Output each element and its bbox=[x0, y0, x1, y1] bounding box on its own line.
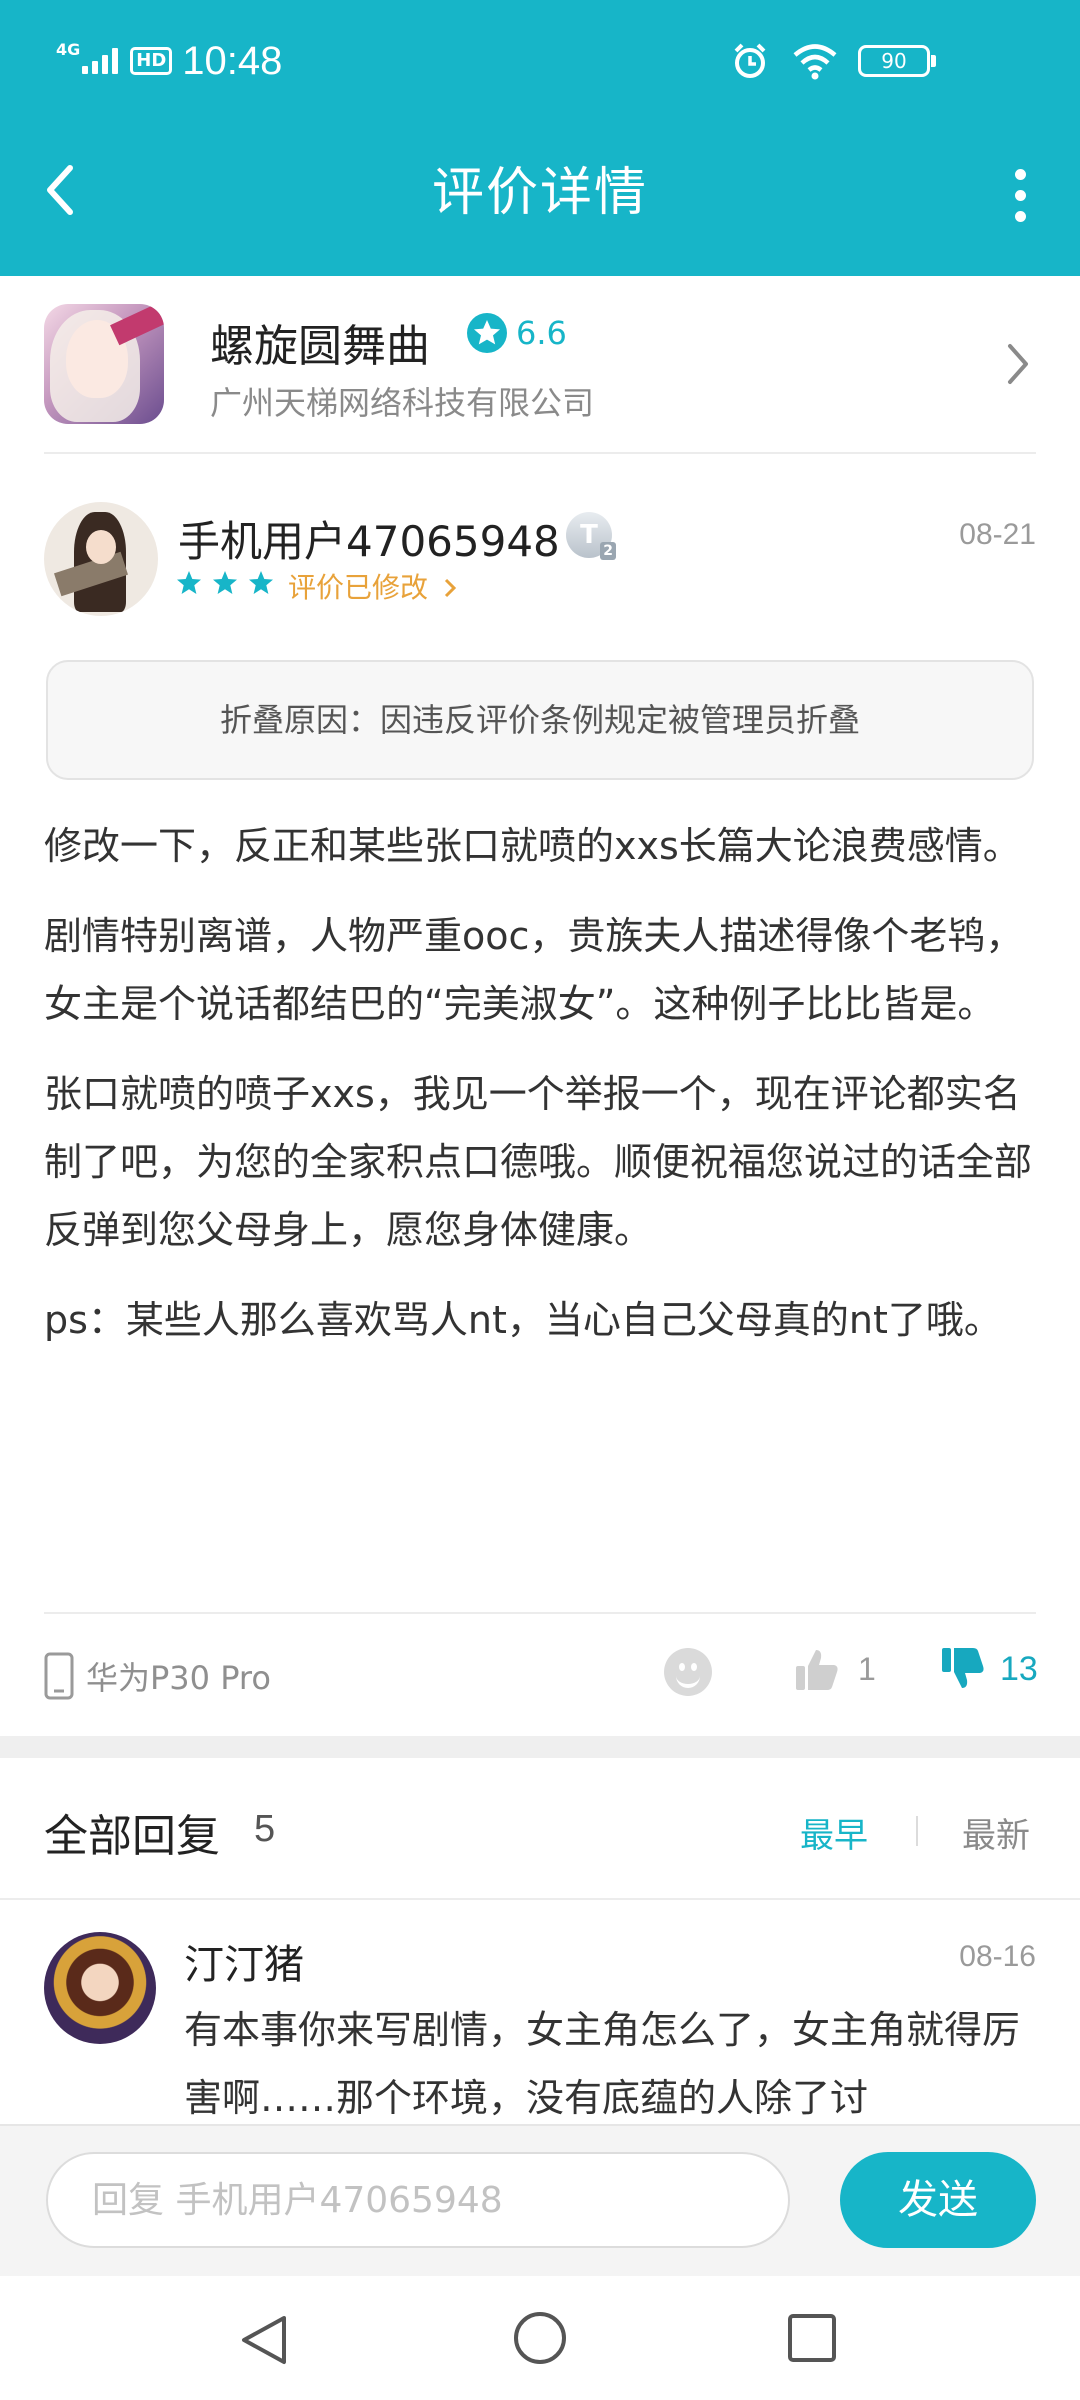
rating-star-icon bbox=[467, 313, 507, 353]
reply-avatar[interactable] bbox=[44, 1932, 156, 2044]
star-icon bbox=[213, 571, 237, 594]
thumbs-up-icon bbox=[796, 1650, 838, 1690]
sort-earliest-tab[interactable]: 最早 bbox=[800, 1808, 868, 1857]
app-rating: 6.6 bbox=[466, 312, 567, 354]
like-button[interactable]: 1 bbox=[794, 1646, 876, 1692]
modified-label: 评价已修改 bbox=[288, 571, 429, 604]
battery-icon: 90 bbox=[858, 45, 936, 77]
more-dot-icon bbox=[1014, 189, 1026, 201]
status-bar: 4G HD 10:48 90 bbox=[0, 0, 1080, 120]
status-right: 90 bbox=[708, 38, 936, 84]
divider bbox=[44, 452, 1036, 454]
review-content: 修改一下，反正和某些张口就喷的xxs长篇大论浪费感情。 剧情特别离谱，人物严重o… bbox=[44, 812, 1040, 1376]
more-dot-icon bbox=[1014, 210, 1026, 222]
rating-value: 6.6 bbox=[516, 314, 567, 352]
reply-input-bar: 发送 bbox=[0, 2124, 1080, 2278]
nav-home-icon[interactable] bbox=[512, 2310, 568, 2366]
divider bbox=[916, 1816, 918, 1846]
more-dot-icon bbox=[1014, 168, 1026, 180]
signal-icon bbox=[82, 48, 122, 74]
status-time: 10:48 bbox=[182, 38, 283, 83]
alarm-icon bbox=[734, 43, 766, 78]
page-title: 评价详情 bbox=[431, 163, 648, 223]
status-left: 4G HD 10:48 bbox=[56, 36, 282, 86]
review-paragraph: 修改一下，反正和某些张口就喷的xxs长篇大论浪费感情。 bbox=[44, 824, 1021, 868]
reply-input[interactable] bbox=[46, 2152, 790, 2248]
wifi-icon bbox=[793, 44, 837, 80]
thumbs-down-icon bbox=[942, 1648, 984, 1688]
review-paragraph: 张口就喷的喷子xxs，我见一个举报一个，现在评论都实名制了吧，为您的全家积点口德… bbox=[44, 1072, 1033, 1252]
top-bar: 4G HD 10:48 90 评价详情 bbox=[0, 0, 1080, 276]
review-stars bbox=[176, 570, 284, 596]
review-modified-link[interactable]: 评价已修改 bbox=[288, 566, 457, 606]
system-nav-bar bbox=[0, 2276, 1080, 2400]
reply-username[interactable]: 汀汀猪 bbox=[184, 1932, 304, 1990]
review-username[interactable]: 手机用户47065948 bbox=[178, 508, 560, 569]
replies-title: 全部回复 bbox=[44, 1811, 220, 1862]
user-level-badge: T2 bbox=[566, 512, 616, 560]
chevron-right-icon bbox=[444, 578, 457, 598]
review-paragraph: ps：某些人那么喜欢骂人nt，当心自己父母真的nt了哦。 bbox=[44, 1298, 1002, 1342]
star-icon bbox=[249, 571, 273, 594]
fold-reason-notice: 折叠原因：因违反评价条例规定被管理员折叠 bbox=[46, 660, 1034, 780]
hd-icon: HD bbox=[130, 47, 173, 75]
dislike-button[interactable]: 13 bbox=[940, 1646, 1038, 1692]
more-options-button[interactable] bbox=[990, 160, 1050, 230]
nav-recents-icon[interactable] bbox=[786, 2312, 838, 2364]
level-letter: T bbox=[580, 520, 598, 550]
app-icon bbox=[44, 304, 164, 424]
like-count: 1 bbox=[858, 1650, 876, 1687]
chevron-right-icon bbox=[1008, 344, 1028, 384]
reply-text: 有本事你来写剧情，女主角怎么了，女主角就得厉害啊……那个环境，没有底蕴的人除了讨 bbox=[184, 2008, 1021, 2120]
replies-count: 5 bbox=[254, 1808, 276, 1850]
emoji-reaction-button[interactable] bbox=[664, 1648, 712, 1696]
divider bbox=[44, 1612, 1036, 1614]
app-name: 螺旋圆舞曲 bbox=[210, 321, 430, 372]
level-number: 2 bbox=[600, 542, 616, 560]
divider bbox=[0, 1898, 1080, 1900]
device-info: 华为P30 Pro bbox=[44, 1652, 271, 1700]
review-paragraph: 剧情特别离谱，人物严重ooc，贵族夫人描述得像个老鸨，女主是个说话都结巴的“完美… bbox=[44, 914, 1024, 1026]
star-icon bbox=[177, 571, 201, 594]
avatar[interactable] bbox=[44, 502, 158, 616]
sort-latest-tab[interactable]: 最新 bbox=[962, 1808, 1030, 1857]
dislike-count: 13 bbox=[1000, 1649, 1038, 1688]
send-button[interactable]: 发送 bbox=[840, 2152, 1036, 2248]
reply-date: 08-16 bbox=[959, 1940, 1036, 1973]
app-developer: 广州天梯网络科技有限公司 bbox=[210, 384, 595, 422]
phone-icon bbox=[44, 1652, 74, 1700]
nav-back-icon[interactable] bbox=[238, 2312, 292, 2368]
section-gap bbox=[0, 1736, 1080, 1758]
network-type: 4G bbox=[56, 39, 81, 59]
device-label: 华为P30 Pro bbox=[86, 1659, 271, 1697]
review-date: 08-21 bbox=[959, 518, 1036, 551]
app-card[interactable]: 螺旋圆舞曲 6.6 广州天梯网络科技有限公司 bbox=[0, 276, 1080, 454]
